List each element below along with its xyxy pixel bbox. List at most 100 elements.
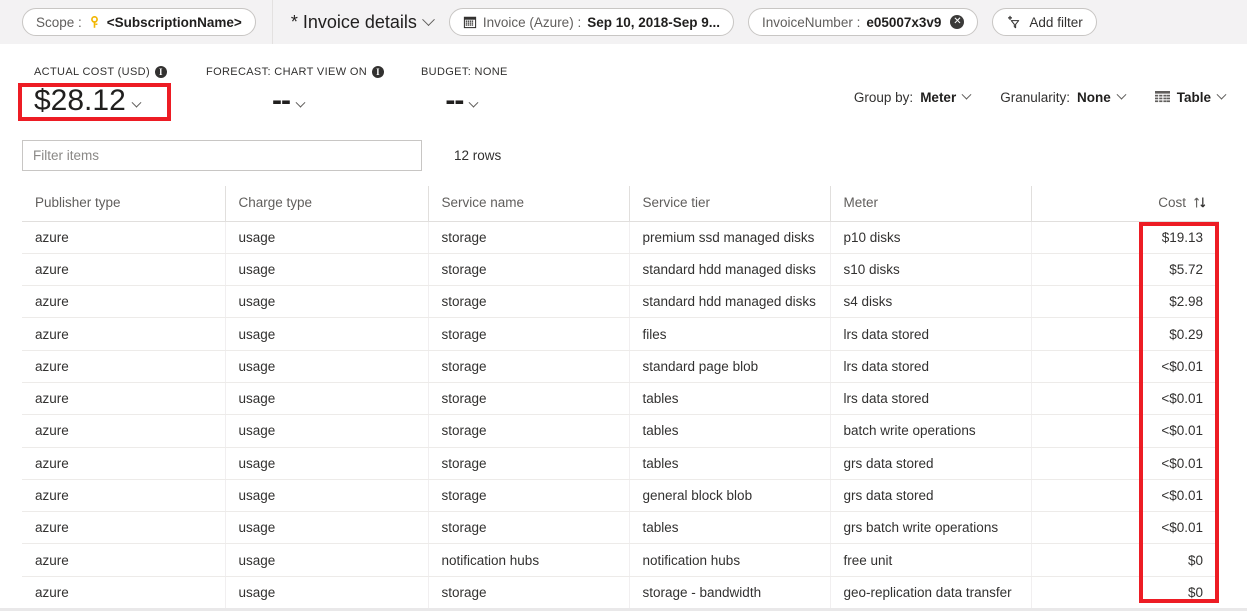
cell-meter: geo-replication data transfer [830,576,1031,608]
view-type-control[interactable]: Table [1155,90,1225,105]
granularity-control[interactable]: Granularity: None [1000,90,1125,105]
cell-cost: <$0.01 [1031,382,1219,414]
cell-publisher-type: azure [22,447,225,479]
table-row[interactable]: azureusagestoragestandard hdd managed di… [22,253,1219,285]
column-header-charge-type[interactable]: Charge type [225,186,428,221]
column-header-meter[interactable]: Meter [830,186,1031,221]
cell-charge-type: usage [225,221,428,253]
chevron-down-icon[interactable] [422,13,435,26]
add-filter-button[interactable]: Add filter [992,8,1096,36]
table-row[interactable]: azureusagestoragegeneral block blobgrs d… [22,479,1219,511]
cell-cost: <$0.01 [1031,415,1219,447]
kpi-actual-cost-label-row: ACTUAL COST (USD) i [34,66,167,78]
column-header-service-name[interactable]: Service name [428,186,629,221]
chevron-down-icon[interactable] [131,98,141,108]
chevron-down-icon[interactable] [469,98,479,108]
column-header-service-tier[interactable]: Service tier [629,186,830,221]
table-row[interactable]: azureusagestoragetablesbatch write opera… [22,415,1219,447]
cell-meter: batch write operations [830,415,1031,447]
group-by-control[interactable]: Group by: Meter [854,90,970,105]
table-row[interactable]: azureusagestoragefileslrs data stored$0.… [22,318,1219,350]
cell-service-tier: storage - bandwidth [629,576,830,608]
cost-details-table: Publisher type Charge type Service name … [22,186,1219,609]
table: Publisher type Charge type Service name … [22,186,1219,609]
cell-meter: lrs data stored [830,350,1031,382]
cell-service-tier: standard hdd managed disks [629,286,830,318]
table-row[interactable]: azureusagestoragestandard page bloblrs d… [22,350,1219,382]
chevron-down-icon[interactable] [962,90,972,100]
date-pill-value-label: Sep 10, 2018-Sep 9... [587,15,720,30]
info-icon[interactable]: i [372,66,384,78]
column-header-publisher-type[interactable]: Publisher type [22,186,225,221]
cell-charge-type: usage [225,382,428,414]
cell-publisher-type: azure [22,221,225,253]
date-range-pill[interactable]: Invoice (Azure) : Sep 10, 2018-Sep 9... [449,8,734,36]
chevron-down-icon[interactable] [1217,90,1227,100]
scope-prefix-label: Scope : [36,15,82,30]
view-title[interactable]: * Invoice details [273,12,449,33]
cell-service-tier: premium ssd managed disks [629,221,830,253]
table-row[interactable]: azureusagestoragestorage - bandwidthgeo-… [22,576,1219,608]
table-row[interactable]: azureusagestoragetableslrs data stored<$… [22,382,1219,414]
table-row[interactable]: azureusagestoragepremium ssd managed dis… [22,221,1219,253]
cell-publisher-type: azure [22,512,225,544]
cell-charge-type: usage [225,253,428,285]
cell-meter: free unit [830,544,1031,576]
cell-service-tier: files [629,318,830,350]
column-header-label: Charge type [239,195,313,210]
cell-meter: lrs data stored [830,318,1031,350]
cell-service-name: storage [428,479,629,511]
chevron-down-icon[interactable] [296,98,306,108]
kpi-budget-label: BUDGET: NONE [421,66,508,78]
cell-cost: <$0.01 [1031,350,1219,382]
info-icon[interactable]: i [155,66,167,78]
cell-meter: grs data stored [830,479,1031,511]
column-header-label: Publisher type [35,195,121,210]
cell-cost: $5.72 [1031,253,1219,285]
kpi-budget: BUDGET: NONE -- [421,66,508,118]
cost-analysis-page: Scope : <SubscriptionName> * Invoice det… [0,0,1247,611]
sort-arrows-icon[interactable] [1193,196,1207,209]
table-row[interactable]: azureusagenotification hubsnotification … [22,544,1219,576]
scope-pill[interactable]: Scope : <SubscriptionName> [22,8,256,36]
cell-service-tier: tables [629,512,830,544]
cell-publisher-type: azure [22,286,225,318]
column-header-label: Meter [844,195,879,210]
command-bar: Scope : <SubscriptionName> * Invoice det… [0,0,1247,44]
view-controls: Group by: Meter Granularity: None [854,90,1225,105]
invoice-number-filter-pill[interactable]: InvoiceNumber : e05007x3v9 ✕ [748,8,978,36]
cell-charge-type: usage [225,318,428,350]
granularity-value: None [1077,90,1111,105]
cell-service-name: storage [428,447,629,479]
cell-charge-type: usage [225,479,428,511]
kpi-actual-cost-value-row[interactable]: $28.12 [34,84,167,118]
filter-items-input[interactable] [22,140,422,171]
column-header-label: Service tier [643,195,711,210]
column-header-label: Service name [442,195,525,210]
cell-service-name: storage [428,350,629,382]
cell-meter: grs batch write operations [830,512,1031,544]
table-row[interactable]: azureusagestoragetablesgrs batch write o… [22,512,1219,544]
filter-row: 12 rows [22,140,501,171]
cell-service-name: storage [428,253,629,285]
kpi-forecast-label: FORECAST: CHART VIEW ON [206,66,367,78]
scope-value-label: <SubscriptionName> [107,15,242,30]
view-title-label: * Invoice details [291,12,417,33]
chevron-down-icon[interactable] [1116,90,1126,100]
cell-cost: <$0.01 [1031,512,1219,544]
group-by-value: Meter [920,90,956,105]
table-row[interactable]: azureusagestoragetablesgrs data stored<$… [22,447,1219,479]
cell-charge-type: usage [225,544,428,576]
cell-service-name: storage [428,286,629,318]
kpi-actual-cost: ACTUAL COST (USD) i $28.12 [34,66,167,118]
cell-charge-type: usage [225,350,428,382]
close-circle-icon[interactable]: ✕ [950,15,964,29]
cell-cost: $0.29 [1031,318,1219,350]
cell-publisher-type: azure [22,350,225,382]
kpi-forecast-value-row[interactable]: -- [206,84,384,118]
column-header-cost[interactable]: Cost [1031,186,1219,221]
kpi-budget-value-row[interactable]: -- [421,84,508,118]
cell-service-name: storage [428,318,629,350]
table-row[interactable]: azureusagestoragestandard hdd managed di… [22,286,1219,318]
table-header-row: Publisher type Charge type Service name … [22,186,1219,221]
